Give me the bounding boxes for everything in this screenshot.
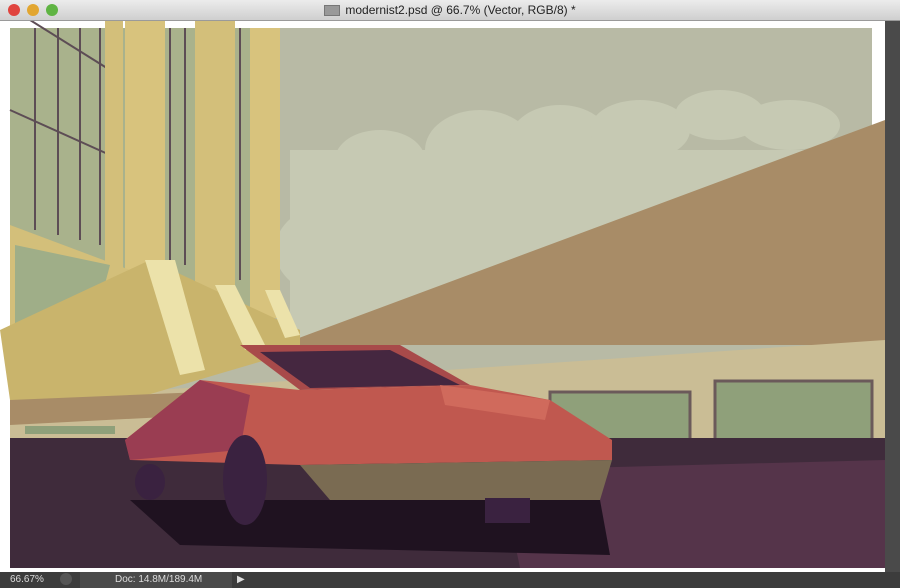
doc-info: Doc: 14.8M/189.4M — [115, 574, 203, 585]
zoom-level[interactable]: 66.67% — [10, 574, 44, 585]
status-icon[interactable] — [60, 573, 72, 585]
document-icon — [324, 5, 341, 17]
status-menu-arrow-icon[interactable]: ▶ — [237, 574, 245, 585]
vertical-scrollbar[interactable] — [885, 21, 900, 572]
document-canvas[interactable] — [0, 21, 885, 572]
title-bar: modernist2.psd @ 66.7% (Vector, RGB/8) * — [0, 0, 900, 21]
illustration — [0, 21, 885, 568]
window-title-wrap: modernist2.psd @ 66.7% (Vector, RGB/8) * — [0, 3, 900, 17]
status-bar: 66.67% Doc: 14.8M/189.4M ▶ — [0, 572, 900, 588]
window-pane — [713, 379, 874, 446]
window-title: modernist2.psd @ 66.7% (Vector, RGB/8) * — [345, 3, 576, 17]
